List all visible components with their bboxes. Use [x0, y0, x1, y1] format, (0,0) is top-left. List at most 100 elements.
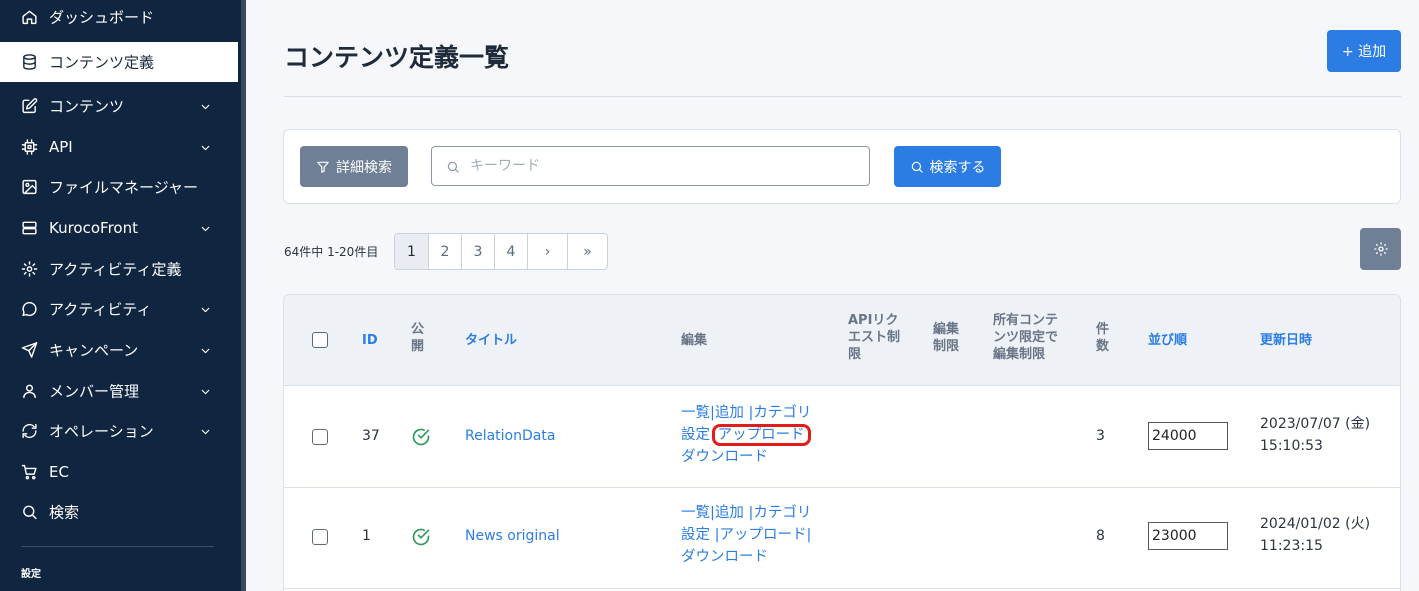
upload-link[interactable]: アップロード	[720, 527, 807, 543]
keyword-field[interactable]	[431, 146, 870, 186]
sidebar: ダッシュボード コンテンツ定義 コンテンツ API ファイルマネージャー Kur…	[0, 0, 246, 591]
keyword-input[interactable]	[470, 147, 860, 185]
add-button[interactable]: + 追加	[1327, 30, 1401, 72]
row-title-link[interactable]: RelationData	[465, 425, 555, 447]
user-icon	[21, 383, 38, 400]
sidebar-item-label: キャンペーン	[49, 341, 139, 360]
order-input[interactable]	[1148, 422, 1228, 450]
header-edit: 編集	[681, 333, 708, 348]
row-edit-links: 一覧|追加 |カテゴリ 設定 アップロード ダウンロード	[681, 402, 821, 468]
advanced-search-label: 詳細検索	[336, 159, 392, 176]
chevron-down-icon	[199, 141, 212, 154]
table-row: 37 RelationData 一覧|追加 |カテゴリ 設定 アップロード ダウ…	[284, 387, 1400, 488]
download-link[interactable]: ダウンロード	[681, 449, 768, 465]
download-link[interactable]: ダウンロード	[681, 549, 768, 565]
refresh-icon	[21, 423, 38, 440]
sidebar-item-label: コンテンツ定義	[49, 53, 155, 72]
cart-icon	[21, 464, 38, 481]
chevron-down-icon	[199, 425, 212, 438]
sidebar-item-activity-definition[interactable]: アクティビティ定義	[0, 249, 238, 289]
chip-icon	[21, 139, 38, 156]
sidebar-item-dashboard[interactable]: ダッシュボード	[0, 0, 238, 37]
sidebar-item-label: アクティビティ	[49, 300, 152, 319]
sidebar-item-campaign[interactable]: キャンペーン	[0, 330, 238, 370]
select-all-checkbox[interactable]	[312, 332, 328, 348]
page-link-2[interactable]: 2	[429, 234, 462, 269]
header-order[interactable]: 並び順	[1148, 332, 1187, 349]
sidebar-item-activity[interactable]: アクティビティ	[0, 289, 238, 329]
header-count: 件数	[1096, 322, 1110, 354]
row-checkbox[interactable]	[312, 529, 328, 545]
chevron-down-icon	[199, 222, 212, 235]
edit-link-settings[interactable]: 設定 |	[681, 527, 720, 543]
search-submit-label: 検索する	[929, 159, 986, 176]
published-check-icon	[411, 427, 431, 447]
page-link-3[interactable]: 3	[462, 234, 495, 269]
search-icon	[21, 504, 38, 521]
next-page-link[interactable]: ›	[528, 234, 568, 269]
upload-link[interactable]: アップロード	[711, 424, 811, 446]
row-count: 8	[1096, 528, 1105, 544]
table-row: 1 News original 一覧|追加 |カテゴリ 設定 |アップロード| …	[284, 488, 1400, 589]
page-title: コンテンツ定義一覧	[284, 43, 510, 72]
image-icon	[21, 179, 38, 196]
edit-link-list-add-category[interactable]: 一覧|追加 |カテゴリ	[681, 405, 811, 421]
sidebar-item-kurocofront[interactable]: KurocoFront	[0, 208, 238, 248]
header-title[interactable]: タイトル	[465, 332, 517, 349]
edit-link-settings[interactable]: 設定	[681, 427, 710, 443]
chevron-down-icon	[199, 385, 212, 398]
sidebar-item-file-manager[interactable]: ファイルマネージャー	[0, 167, 238, 207]
header-owner-limit: 所有コンテ ンツ限定で 編集制限	[993, 313, 1059, 362]
advanced-search-button[interactable]: 詳細検索	[300, 146, 408, 187]
row-checkbox[interactable]	[312, 429, 328, 445]
home-icon	[21, 9, 38, 26]
row-id: 37	[362, 428, 380, 444]
sidebar-item-api[interactable]: API	[0, 127, 238, 167]
filter-icon	[317, 161, 329, 173]
send-icon	[21, 342, 38, 359]
sidebar-item-content-definition[interactable]: コンテンツ定義	[0, 42, 238, 82]
search-icon	[911, 161, 923, 173]
database-icon	[21, 54, 38, 71]
last-page-link[interactable]: »	[568, 234, 607, 269]
row-count: 3	[1096, 428, 1105, 444]
content-definition-table: ID 公開 タイトル 編集 APIリク エスト制限 編集 制限 所有コンテ ンツ限定で…	[283, 294, 1401, 591]
header-edit-limit: 編集 制限	[933, 322, 960, 354]
chevron-down-icon	[199, 100, 212, 113]
chat-icon	[21, 301, 38, 318]
page-link-1[interactable]: 1	[395, 234, 429, 269]
sidebar-item-label: ダッシュボード	[49, 8, 155, 27]
sidebar-item-label: API	[49, 138, 73, 156]
result-count: 64件中 1-20件目	[284, 245, 379, 259]
sidebar-item-label: オペレーション	[49, 422, 154, 441]
table-settings-button[interactable]	[1360, 228, 1401, 270]
sidebar-item-label: メンバー管理	[49, 382, 140, 401]
sidebar-item-label: 検索	[49, 503, 80, 522]
sidebar-item-content[interactable]: コンテンツ	[0, 86, 238, 126]
header-updated[interactable]: 更新日時	[1260, 332, 1312, 349]
header-public: 公開	[411, 322, 425, 354]
sidebar-item-label: アクティビティ定義	[49, 260, 182, 279]
search-icon	[446, 159, 460, 178]
edit-link-separator: |	[806, 527, 812, 543]
page-link-4[interactable]: 4	[495, 234, 528, 269]
sidebar-item-label: ファイルマネージャー	[49, 178, 198, 197]
row-updated: 2023/07/07 (金) 15:10:53	[1260, 416, 1371, 454]
server-icon	[21, 220, 38, 237]
sidebar-item-member-management[interactable]: メンバー管理	[0, 371, 238, 411]
search-submit-button[interactable]: 検索する	[894, 146, 1001, 187]
edit-icon	[21, 98, 38, 115]
header-id[interactable]: ID	[362, 332, 378, 349]
sidebar-item-search[interactable]: 検索	[0, 492, 238, 532]
order-input[interactable]	[1148, 522, 1228, 550]
row-id: 1	[362, 528, 371, 544]
sidebar-item-operation[interactable]: オペレーション	[0, 411, 238, 451]
published-check-icon	[411, 527, 431, 547]
edit-link-list-add-category[interactable]: 一覧|追加 |カテゴリ	[681, 505, 811, 521]
sidebar-divider	[21, 546, 214, 547]
header-api-limit: APIリク エスト制限	[848, 313, 901, 362]
chevron-down-icon	[199, 303, 212, 316]
row-title-link[interactable]: News original	[465, 525, 560, 547]
sidebar-item-ec[interactable]: EC	[0, 452, 238, 492]
gear-icon	[1373, 242, 1388, 256]
